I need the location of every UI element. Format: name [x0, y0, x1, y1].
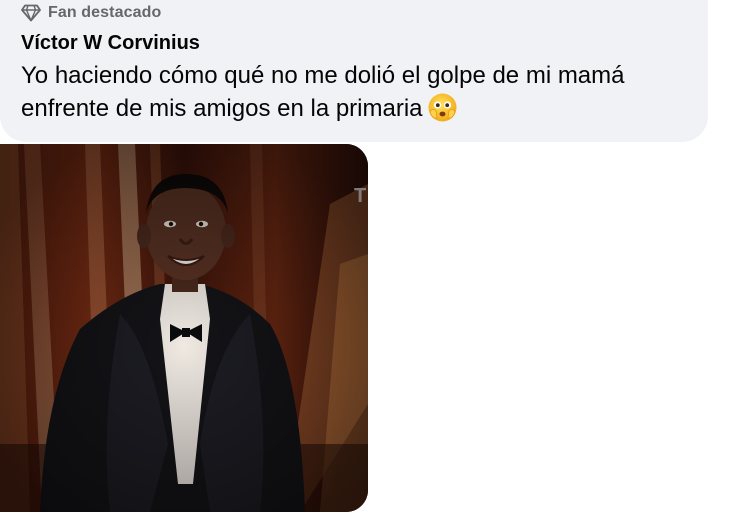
- comment-author-name[interactable]: Víctor W Corvinius: [21, 32, 200, 55]
- top-fan-badge[interactable]: Fan destacado: [21, 3, 161, 23]
- badge-label: Fan destacado: [48, 4, 162, 21]
- comment-thread: Fan destacado Víctor W Corvinius Yo haci…: [0, 0, 730, 519]
- comment-body: Yo haciendo cómo qué no me dolió el golp…: [21, 60, 701, 125]
- flushed-face-emoji-icon: [427, 92, 458, 123]
- diamond-icon: [21, 4, 41, 22]
- comment-bubble[interactable]: Fan destacado Víctor W Corvinius Yo haci…: [0, 0, 708, 142]
- photo-scene: T: [0, 144, 368, 512]
- comment-text: Yo haciendo cómo qué no me dolió el golp…: [21, 62, 625, 122]
- comment-photo[interactable]: T: [0, 144, 368, 512]
